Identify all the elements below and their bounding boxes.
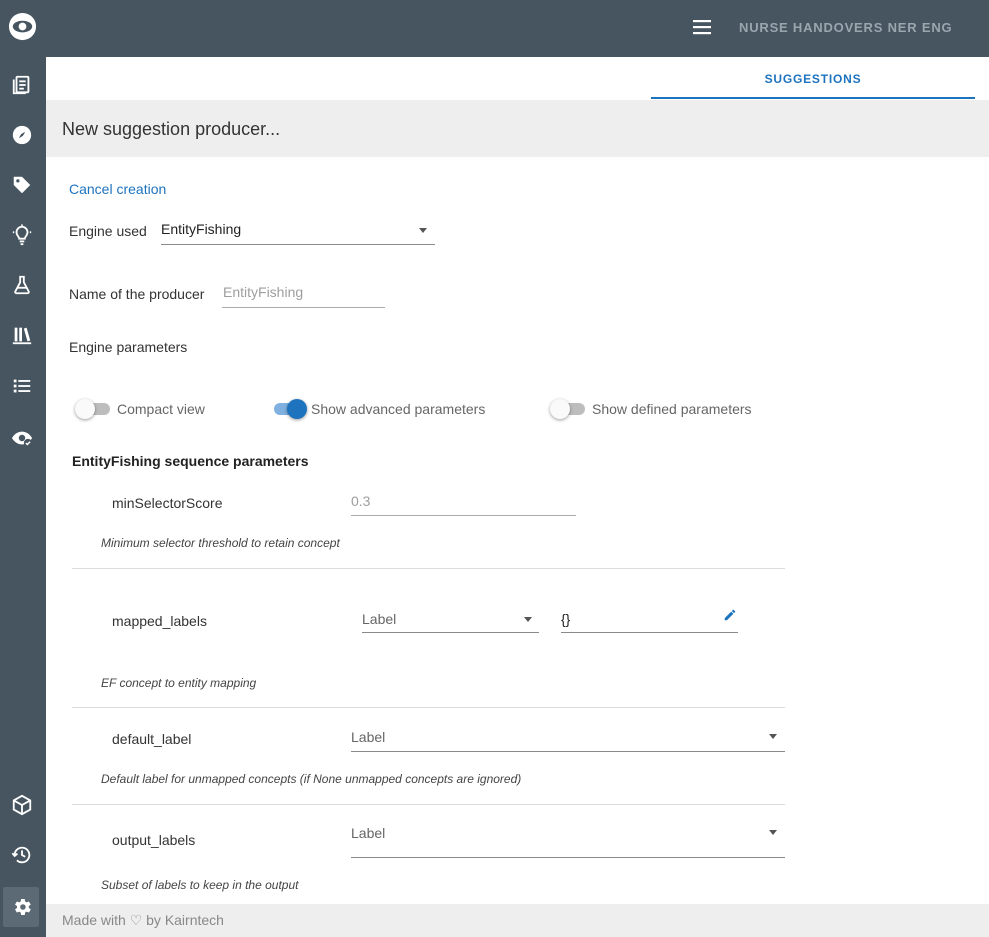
param-name-min-selector-score: minSelectorScore: [112, 495, 223, 511]
mapped-labels-value-input[interactable]: {}: [561, 604, 738, 634]
param-name-mapped-labels: mapped_labels: [112, 613, 207, 629]
default-label-select[interactable]: Label: [351, 722, 785, 752]
param-name-default-label: default_label: [112, 731, 192, 747]
engine-select-underline: [161, 244, 435, 245]
producer-name-underline: [222, 307, 385, 308]
documents-icon[interactable]: [9, 72, 35, 98]
library-icon[interactable]: [9, 322, 35, 348]
chevron-down-icon: [769, 830, 777, 835]
engine-select-value: EntityFishing: [161, 221, 242, 237]
section-title: EntityFishing sequence parameters: [72, 453, 309, 469]
show-advanced-toggle[interactable]: [271, 398, 307, 419]
engine-select[interactable]: EntityFishing: [161, 214, 435, 245]
toggle-thumb: [75, 399, 95, 419]
divider: [72, 707, 785, 708]
history-icon[interactable]: [9, 842, 35, 868]
output-labels-select-placeholder: Label: [351, 825, 386, 841]
min-selector-score-help: Minimum selector threshold to retain con…: [101, 536, 340, 550]
flask-icon[interactable]: [9, 272, 35, 298]
divider: [72, 568, 785, 569]
min-selector-score-underline: [351, 515, 576, 516]
producer-name-placeholder: EntityFishing: [223, 284, 304, 300]
default-label-select-placeholder: Label: [351, 729, 386, 745]
output-labels-help: Subset of labels to keep in the output: [101, 878, 299, 892]
min-selector-score-placeholder: 0.3: [351, 493, 371, 509]
pencil-edit-icon[interactable]: [723, 608, 737, 622]
footer: Made with ♡ by Kairntech: [46, 904, 989, 937]
chevron-down-icon: [524, 617, 532, 622]
min-selector-score-input[interactable]: 0.3: [351, 487, 576, 517]
mapped-labels-help: EF concept to entity mapping: [101, 676, 257, 690]
chevron-down-icon: [769, 734, 777, 739]
hamburger-menu-icon[interactable]: [691, 16, 713, 38]
producer-name-label: Name of the producer: [69, 286, 205, 302]
app-header: NURSE HANDOVERS NER ENG: [46, 0, 989, 57]
mapped-labels-select-underline: [362, 632, 539, 633]
mapped-labels-label-select[interactable]: Label: [362, 604, 539, 634]
sidebar: [0, 0, 46, 937]
eye-check-icon[interactable]: [9, 425, 35, 451]
page-title: New suggestion producer...: [62, 119, 281, 139]
list-icon[interactable]: [9, 373, 35, 399]
tag-icon[interactable]: [9, 172, 35, 198]
footer-text: Made with ♡ by Kairntech: [62, 912, 224, 928]
output-labels-select[interactable]: Label: [351, 818, 785, 858]
show-advanced-label: Show advanced parameters: [311, 401, 486, 417]
mapped-labels-value: {}: [561, 611, 571, 627]
producer-name-input[interactable]: EntityFishing: [222, 278, 385, 308]
mapped-labels-value-underline: [561, 632, 738, 633]
engine-used-label: Engine used: [69, 223, 147, 239]
tab-suggestions[interactable]: SUGGESTIONS: [651, 57, 975, 100]
tab-active-indicator: [651, 97, 975, 99]
show-defined-toggle[interactable]: [550, 398, 586, 419]
project-title: NURSE HANDOVERS NER ENG: [739, 20, 953, 35]
default-label-select-underline: [351, 751, 785, 752]
compact-view-toggle[interactable]: [75, 398, 111, 419]
engine-parameters-label: Engine parameters: [69, 339, 188, 355]
toggle-thumb: [550, 399, 570, 419]
default-label-help: Default label for unmapped concepts (if …: [101, 772, 522, 786]
settings-icon[interactable]: [9, 894, 35, 920]
divider: [72, 804, 785, 805]
tab-bar: SUGGESTIONS: [46, 57, 989, 100]
title-bar: New suggestion producer...: [46, 100, 989, 157]
app-logo-icon[interactable]: [7, 11, 38, 42]
show-defined-label: Show defined parameters: [592, 401, 752, 417]
mapped-labels-select-placeholder: Label: [362, 611, 397, 627]
compass-icon[interactable]: [9, 122, 35, 148]
compact-view-label: Compact view: [117, 401, 205, 417]
output-labels-select-underline: [351, 857, 785, 858]
lightbulb-icon[interactable]: [9, 222, 35, 248]
chevron-down-icon: [419, 228, 427, 233]
toggle-thumb: [287, 399, 307, 419]
param-name-output-labels: output_labels: [112, 832, 196, 848]
cube-icon[interactable]: [9, 792, 35, 818]
cancel-creation-link[interactable]: Cancel creation: [69, 181, 166, 197]
